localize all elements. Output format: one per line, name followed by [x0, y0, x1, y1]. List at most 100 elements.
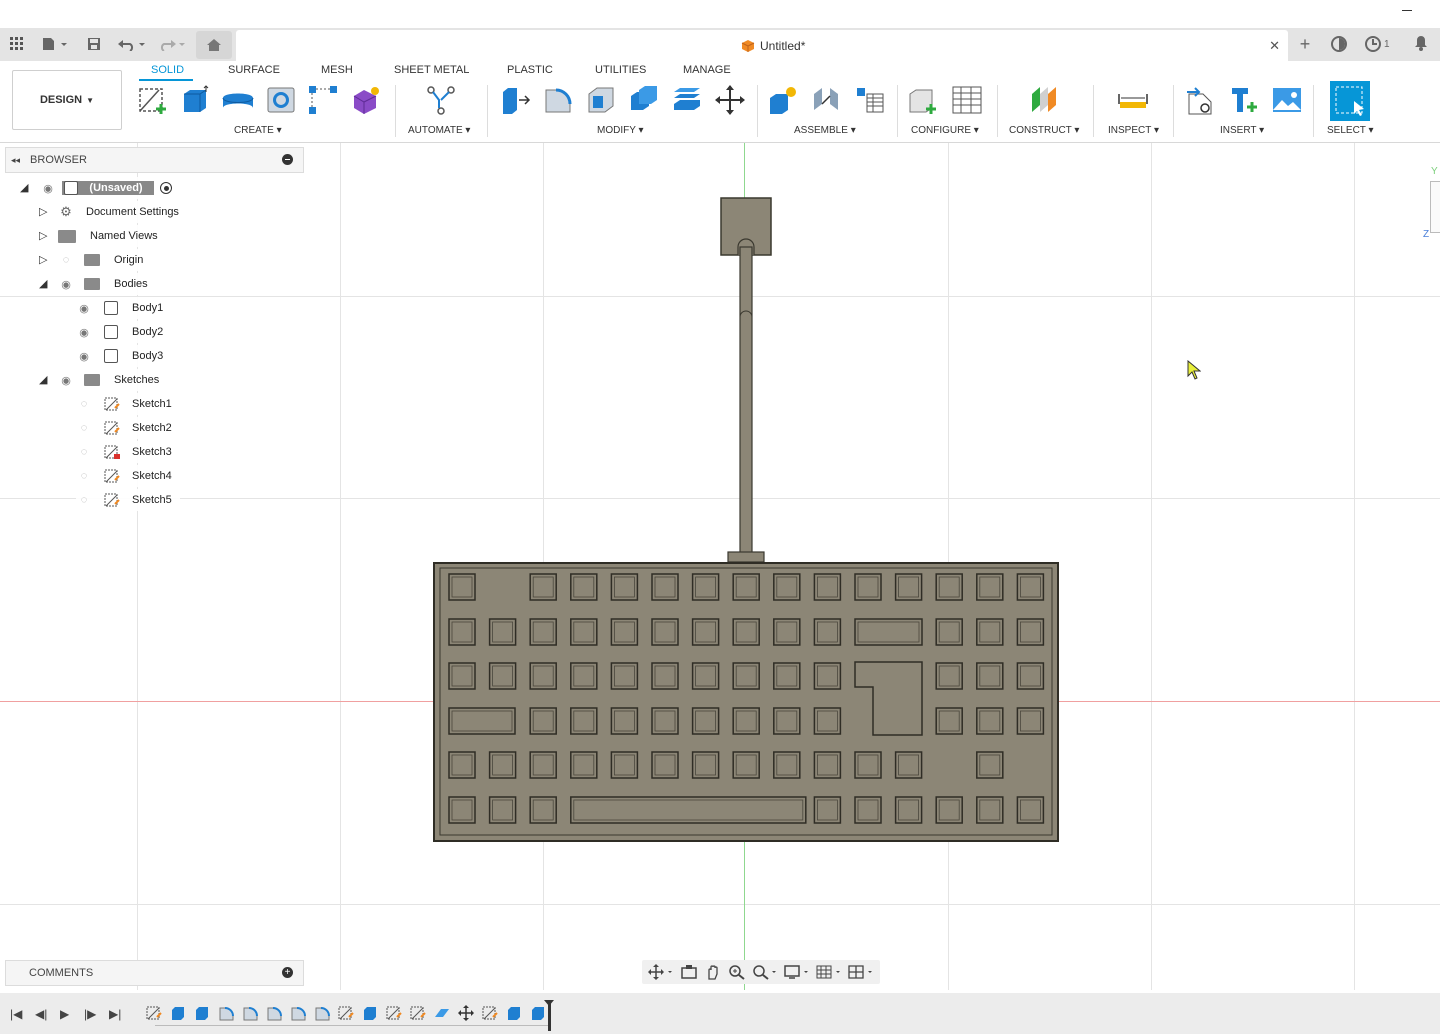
automate-icon[interactable] [424, 83, 458, 117]
combine-icon[interactable] [627, 83, 661, 117]
document-tab[interactable]: Untitled* ✕ [236, 30, 1288, 61]
timeline-move-icon[interactable] [458, 1005, 474, 1021]
timeline-sketch-icon[interactable] [386, 1005, 402, 1021]
new-tab-icon[interactable]: + [1294, 33, 1316, 55]
collapse-sketches-icon[interactable]: ◢ [39, 373, 47, 386]
timeline-fillet-icon[interactable] [266, 1005, 282, 1021]
visibility-eye-icon[interactable]: ◉ [40, 182, 56, 195]
hidden-eye-icon[interactable]: ◌ [76, 494, 92, 506]
tab-manage[interactable]: MANAGE [683, 64, 731, 76]
expand-document-settings-icon[interactable]: ▷ [39, 205, 47, 218]
tree-item-origin[interactable]: ◌ Origin [58, 249, 150, 271]
tree-item-sketch[interactable]: ◌ Sketch4 [76, 465, 180, 487]
pan-hand-icon[interactable] [704, 964, 722, 980]
tree-item-body[interactable]: ◉ Body2 [76, 321, 172, 343]
browser-panel-header[interactable]: ◂◂ BROWSER [5, 147, 304, 173]
insert-canvas-icon[interactable] [1270, 83, 1304, 117]
configure-menu[interactable]: CONFIGURE ▾ [911, 125, 979, 136]
timeline-extrude-icon[interactable] [170, 1005, 186, 1021]
home-icon[interactable] [196, 31, 232, 59]
timeline-extrude-icon[interactable] [362, 1005, 378, 1021]
move-copy-icon[interactable] [713, 83, 747, 117]
visibility-eye-icon[interactable]: ◉ [58, 278, 74, 291]
timeline-fillet-icon[interactable] [314, 1005, 330, 1021]
new-component-icon[interactable] [766, 83, 800, 117]
close-tab-icon[interactable]: ✕ [1269, 38, 1280, 54]
zoom-icon[interactable] [728, 964, 746, 980]
tree-item-sketch[interactable]: ◌ Sketch1 [76, 393, 180, 415]
tab-sheet-metal[interactable]: SHEET METAL [394, 64, 469, 76]
create-menu[interactable]: CREATE ▾ [234, 125, 282, 136]
orbit-icon[interactable] [648, 964, 674, 980]
automate-menu[interactable]: AUTOMATE ▾ [408, 125, 470, 136]
tree-item-sketch[interactable]: ◌ Sketch5 [76, 489, 180, 511]
hole-icon[interactable] [264, 83, 298, 117]
add-comment-icon[interactable]: + [282, 967, 293, 978]
keyboard-model[interactable] [433, 562, 1059, 842]
split-body-icon[interactable] [670, 83, 704, 117]
hidden-eye-icon[interactable]: ◌ [76, 398, 92, 410]
timeline-sketch-icon[interactable] [338, 1005, 354, 1021]
create-form-icon[interactable] [349, 83, 383, 117]
inspect-menu[interactable]: INSPECT ▾ [1108, 125, 1159, 136]
select-icon[interactable] [1330, 81, 1370, 121]
modify-menu[interactable]: MODIFY ▾ [597, 125, 644, 136]
expand-named-views-icon[interactable]: ▷ [39, 229, 47, 242]
minimize-button[interactable] [1402, 10, 1412, 11]
select-menu[interactable]: SELECT ▾ [1327, 125, 1374, 136]
expand-origin-icon[interactable]: ▷ [39, 253, 47, 266]
grid-settings-icon[interactable] [816, 964, 842, 980]
fillet-icon[interactable] [541, 83, 575, 117]
insert-menu[interactable]: INSERT ▾ [1220, 125, 1264, 136]
tree-item-bodies[interactable]: ◉ Bodies [58, 273, 154, 295]
online-status-icon[interactable] [1330, 35, 1348, 56]
viewcube[interactable] [1430, 181, 1440, 233]
timeline-first-icon[interactable]: |◀ [10, 1007, 22, 1021]
collapse-bodies-icon[interactable]: ◢ [39, 277, 47, 290]
usb-connector-body[interactable] [720, 197, 774, 565]
zoom-window-icon[interactable] [752, 964, 778, 980]
tab-utilities[interactable]: UTILITIES [595, 64, 646, 76]
hidden-eye-icon[interactable]: ◌ [58, 254, 74, 266]
collapse-browser-icon[interactable]: ◂◂ [11, 155, 20, 166]
extrude-icon[interactable] [178, 83, 212, 117]
display-settings-icon[interactable] [784, 964, 810, 980]
insert-derive-icon[interactable] [1184, 83, 1218, 117]
tree-item-named-views[interactable]: Named Views [58, 225, 168, 247]
activate-radio-icon[interactable] [160, 182, 172, 194]
shell-icon[interactable] [584, 83, 618, 117]
hidden-eye-icon[interactable]: ◌ [76, 446, 92, 458]
file-menu-icon[interactable] [38, 33, 70, 55]
tree-item-document-settings[interactable]: ⚙ Document Settings [58, 201, 182, 223]
tree-item-sketch[interactable]: ◌ Sketch3 [76, 441, 180, 463]
tree-root[interactable]: ◉ (Unsaved) [40, 177, 186, 199]
timeline-previous-icon[interactable]: ◀| [35, 1007, 47, 1021]
hidden-eye-icon[interactable]: ◌ [76, 422, 92, 434]
timeline-next-icon[interactable]: |▶ [84, 1007, 96, 1021]
pattern-icon[interactable] [306, 83, 340, 117]
create-sketch-icon[interactable] [136, 83, 170, 117]
look-at-icon[interactable] [680, 964, 698, 980]
undo-icon[interactable] [116, 33, 148, 55]
visibility-eye-icon[interactable]: ◉ [76, 350, 92, 363]
comments-panel-header[interactable]: COMMENTS + [5, 960, 304, 986]
timeline-fillet-icon[interactable] [290, 1005, 306, 1021]
tab-mesh[interactable]: MESH [321, 64, 353, 76]
tab-surface[interactable]: SURFACE [228, 64, 280, 76]
timeline-sketch-icon[interactable] [482, 1005, 498, 1021]
configure-icon[interactable] [906, 83, 940, 117]
assemble-menu[interactable]: ASSEMBLE ▾ [794, 125, 856, 136]
joint-icon[interactable] [809, 83, 843, 117]
viewports-icon[interactable] [848, 964, 874, 980]
visibility-eye-icon[interactable]: ◉ [58, 374, 74, 387]
notifications-bell-icon[interactable] [1413, 35, 1429, 54]
configuration-table-icon[interactable] [950, 83, 984, 117]
construct-menu[interactable]: CONSTRUCT ▾ [1009, 125, 1079, 136]
timeline-plane-icon[interactable] [434, 1005, 450, 1021]
job-status-icon[interactable]: 1 [1364, 35, 1390, 53]
tree-item-body[interactable]: ◉ Body1 [76, 297, 172, 319]
tree-item-body[interactable]: ◉ Body3 [76, 345, 172, 367]
browser-options-icon[interactable] [282, 154, 293, 165]
workspace-switcher[interactable]: DESIGN ▼ [12, 70, 122, 130]
timeline-extrude-icon[interactable] [530, 1005, 546, 1021]
